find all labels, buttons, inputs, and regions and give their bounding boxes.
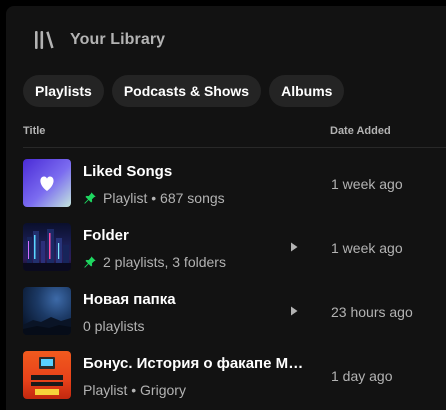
item-date-added: 1 week ago (331, 240, 403, 256)
expand-arrow-icon[interactable] (288, 241, 300, 253)
item-meta: Grigory (140, 382, 186, 398)
column-header-title[interactable]: Title (23, 125, 45, 137)
filter-albums-button[interactable]: Albums (269, 75, 345, 107)
library-icon (35, 31, 54, 49)
cover-artwork (31, 357, 63, 395)
pin-icon (84, 192, 96, 204)
night-sky-artwork (23, 317, 71, 335)
item-title: Новая папка (83, 291, 176, 308)
liked-songs-cover (23, 159, 71, 207)
city-artwork (23, 229, 71, 271)
item-date-added: 23 hours ago (331, 304, 413, 320)
library-panel: Your Library Playlists Podcasts & Shows … (6, 6, 446, 410)
library-item-liked-songs[interactable]: Liked Songs Playlist • 687 songs 1 week … (6, 159, 446, 223)
library-title: Your Library (70, 31, 166, 48)
new-folder-cover-image (23, 287, 71, 335)
library-item-folder[interactable]: Folder 2 playlists, 3 folders 1 week ago (6, 223, 446, 287)
item-meta: 0 playlists (83, 318, 145, 334)
item-meta: 2 playlists, 3 folders (103, 254, 226, 270)
item-date-added: 1 day ago (331, 368, 393, 384)
item-title: Бонус. История о факапе Максима (83, 355, 309, 372)
filter-podcasts-shows-button[interactable]: Podcasts & Shows (111, 75, 262, 107)
item-subtitle: 2 playlists, 3 folders (83, 254, 226, 270)
filter-chips: Playlists Podcasts & Shows Albums (23, 75, 345, 107)
heart-icon (40, 176, 54, 191)
pin-icon (84, 256, 96, 268)
bonus-playlist-cover-image (23, 351, 71, 399)
item-date-added: 1 week ago (331, 176, 403, 192)
dot-separator: • (147, 190, 161, 206)
item-meta: 687 songs (160, 190, 225, 206)
library-header[interactable]: Your Library (32, 28, 165, 52)
item-subtitle: 0 playlists (83, 318, 144, 334)
library-item-bonus-playlist[interactable]: Бонус. История о факапе Максима Playlist… (6, 351, 446, 410)
folder-cover-image (23, 223, 71, 271)
item-subtitle: Playlist • Grigory (83, 382, 186, 398)
library-item-new-folder[interactable]: Новая папка 0 playlists 23 hours ago (6, 287, 446, 351)
item-title: Folder (83, 227, 129, 244)
header-divider (23, 147, 446, 148)
item-subtitle: Playlist • 687 songs (83, 190, 225, 206)
filter-playlists-button[interactable]: Playlists (23, 75, 104, 107)
item-title: Liked Songs (83, 163, 173, 180)
item-type: Playlist (83, 382, 128, 398)
expand-arrow-icon[interactable] (288, 305, 300, 317)
item-type: Playlist (103, 190, 148, 206)
column-header-date-added[interactable]: Date Added (330, 125, 391, 137)
dot-separator: • (127, 382, 141, 398)
